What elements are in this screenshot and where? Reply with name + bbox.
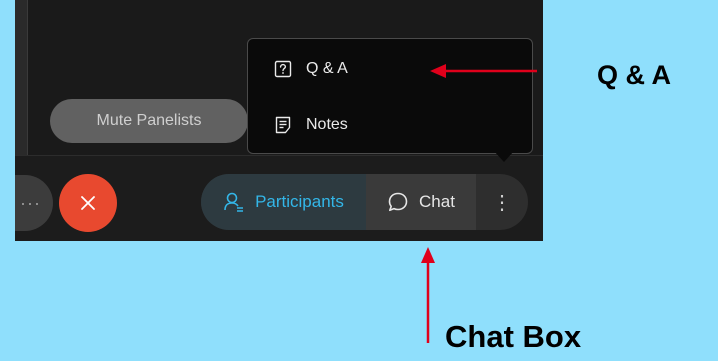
chat-box-callout-label: Chat Box	[445, 319, 582, 354]
annotation-arrows	[421, 64, 537, 343]
qa-callout-label: Q & A	[597, 60, 671, 90]
chat-arrow	[421, 247, 435, 343]
qa-arrow	[430, 64, 537, 78]
